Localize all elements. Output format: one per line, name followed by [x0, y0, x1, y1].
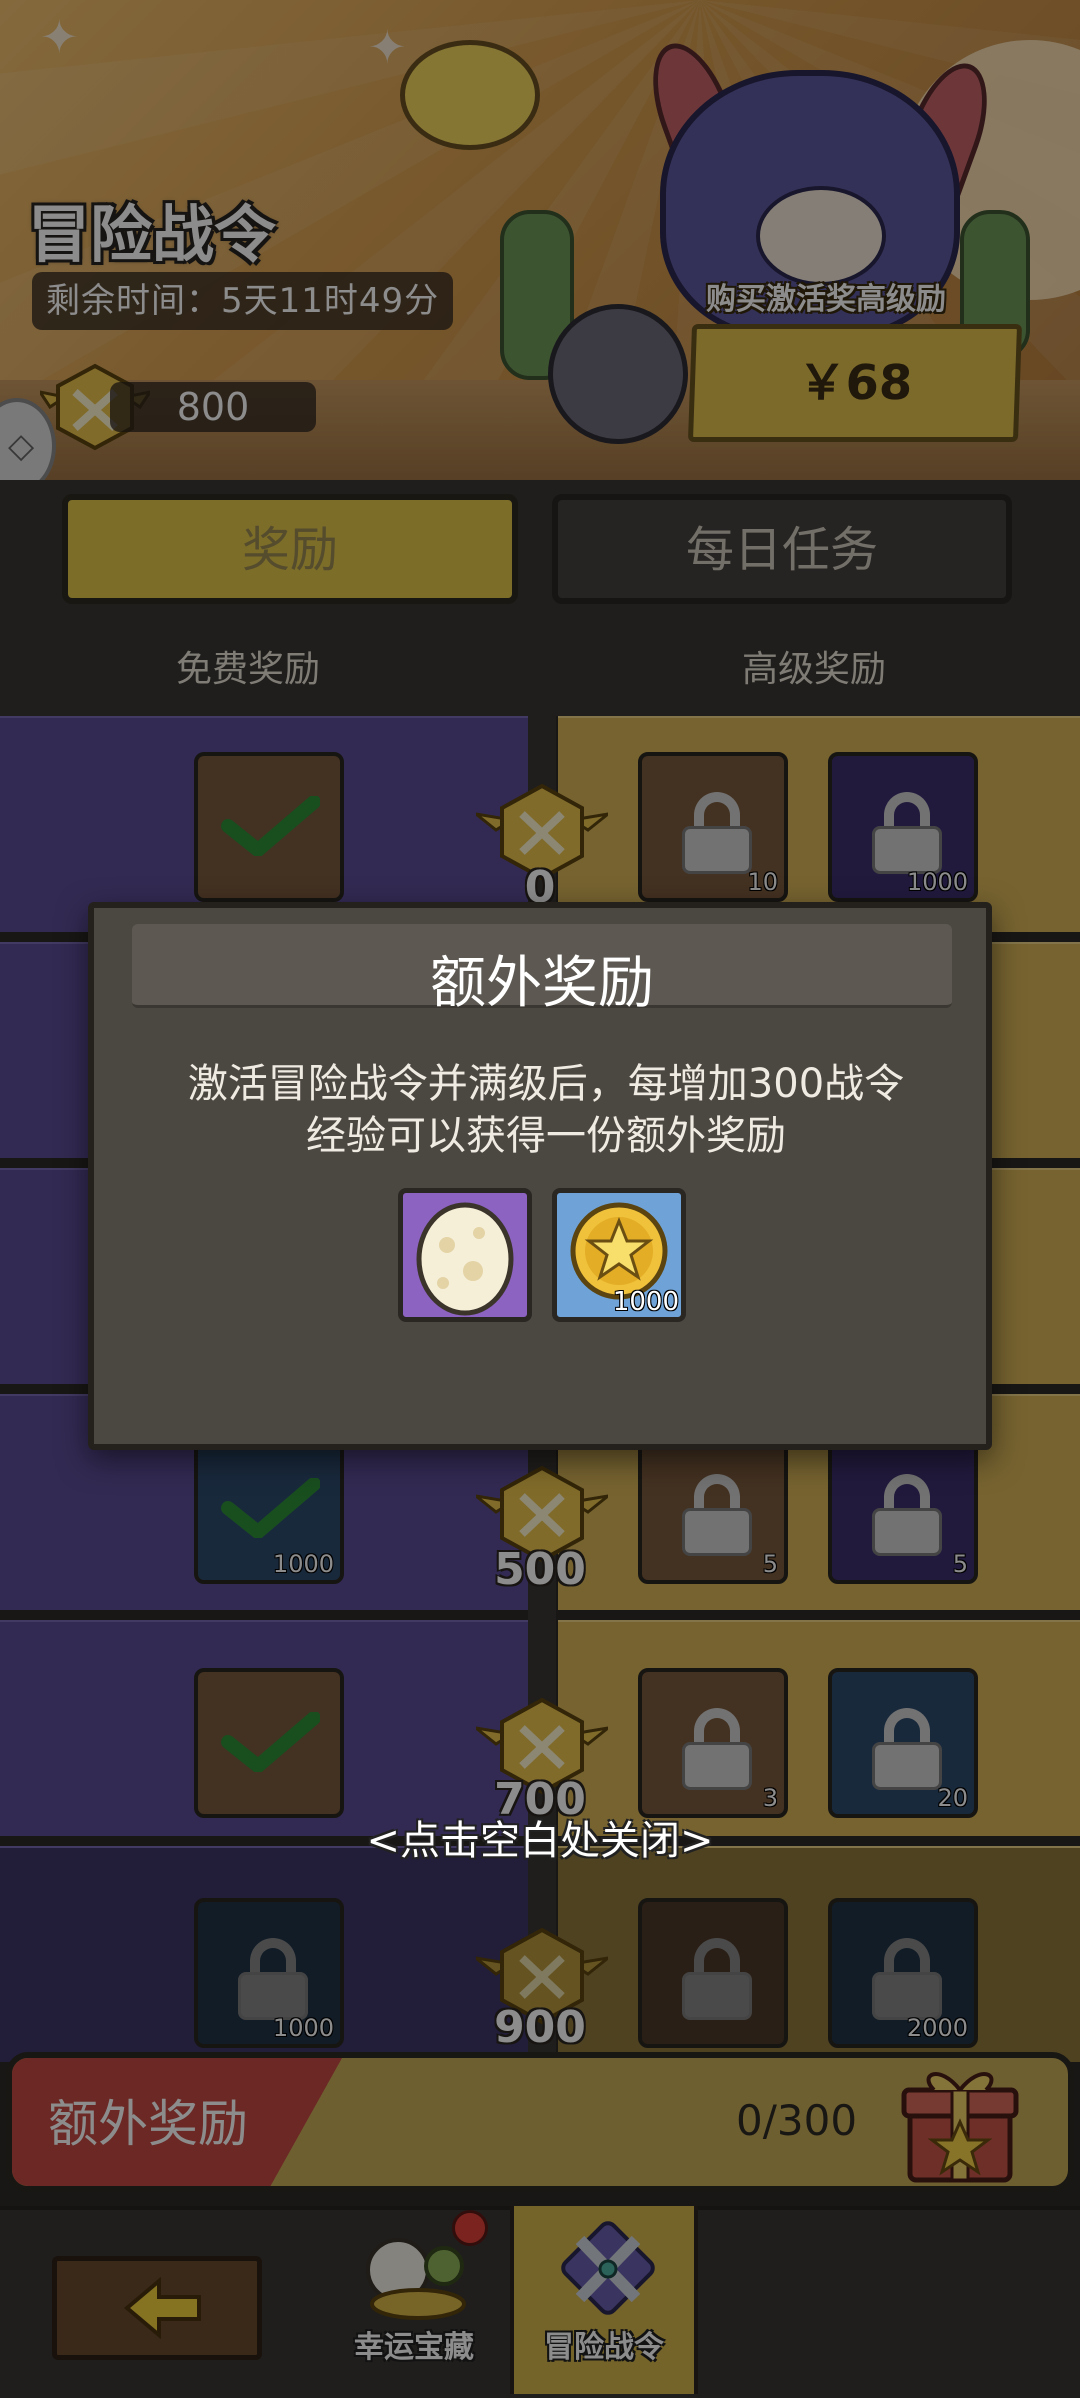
reward-count: 1000 [612, 1287, 679, 1317]
egg-icon [416, 1202, 514, 1316]
reward-egg[interactable] [398, 1188, 532, 1322]
dialog-title: 额外奖励 [430, 951, 654, 1016]
close-hint: <点击空白处关闭> [366, 1818, 714, 1864]
battle-pass-screen: ✦ ✦ 冒险战令 剩余时间：5天11时49分 800 ◇ 购买激活奖高级励 ￥6… [0, 0, 1080, 2398]
dialog-text-line: 激活冒险战令并满级后，每增加300战令 [187, 1061, 905, 1107]
dialog-description: 激活冒险战令并满级后，每增加300战令 经验可以获得一份额外奖励 [114, 1058, 978, 1162]
reward-star-coin[interactable]: 1000 [552, 1188, 686, 1322]
extra-reward-dialog: 额外奖励 激活冒险战令并满级后，每增加300战令 经验可以获得一份额外奖励 10… [88, 902, 992, 1450]
dialog-text-line: 经验可以获得一份额外奖励 [306, 1113, 786, 1159]
dialog-header: 额外奖励 [132, 924, 952, 1016]
